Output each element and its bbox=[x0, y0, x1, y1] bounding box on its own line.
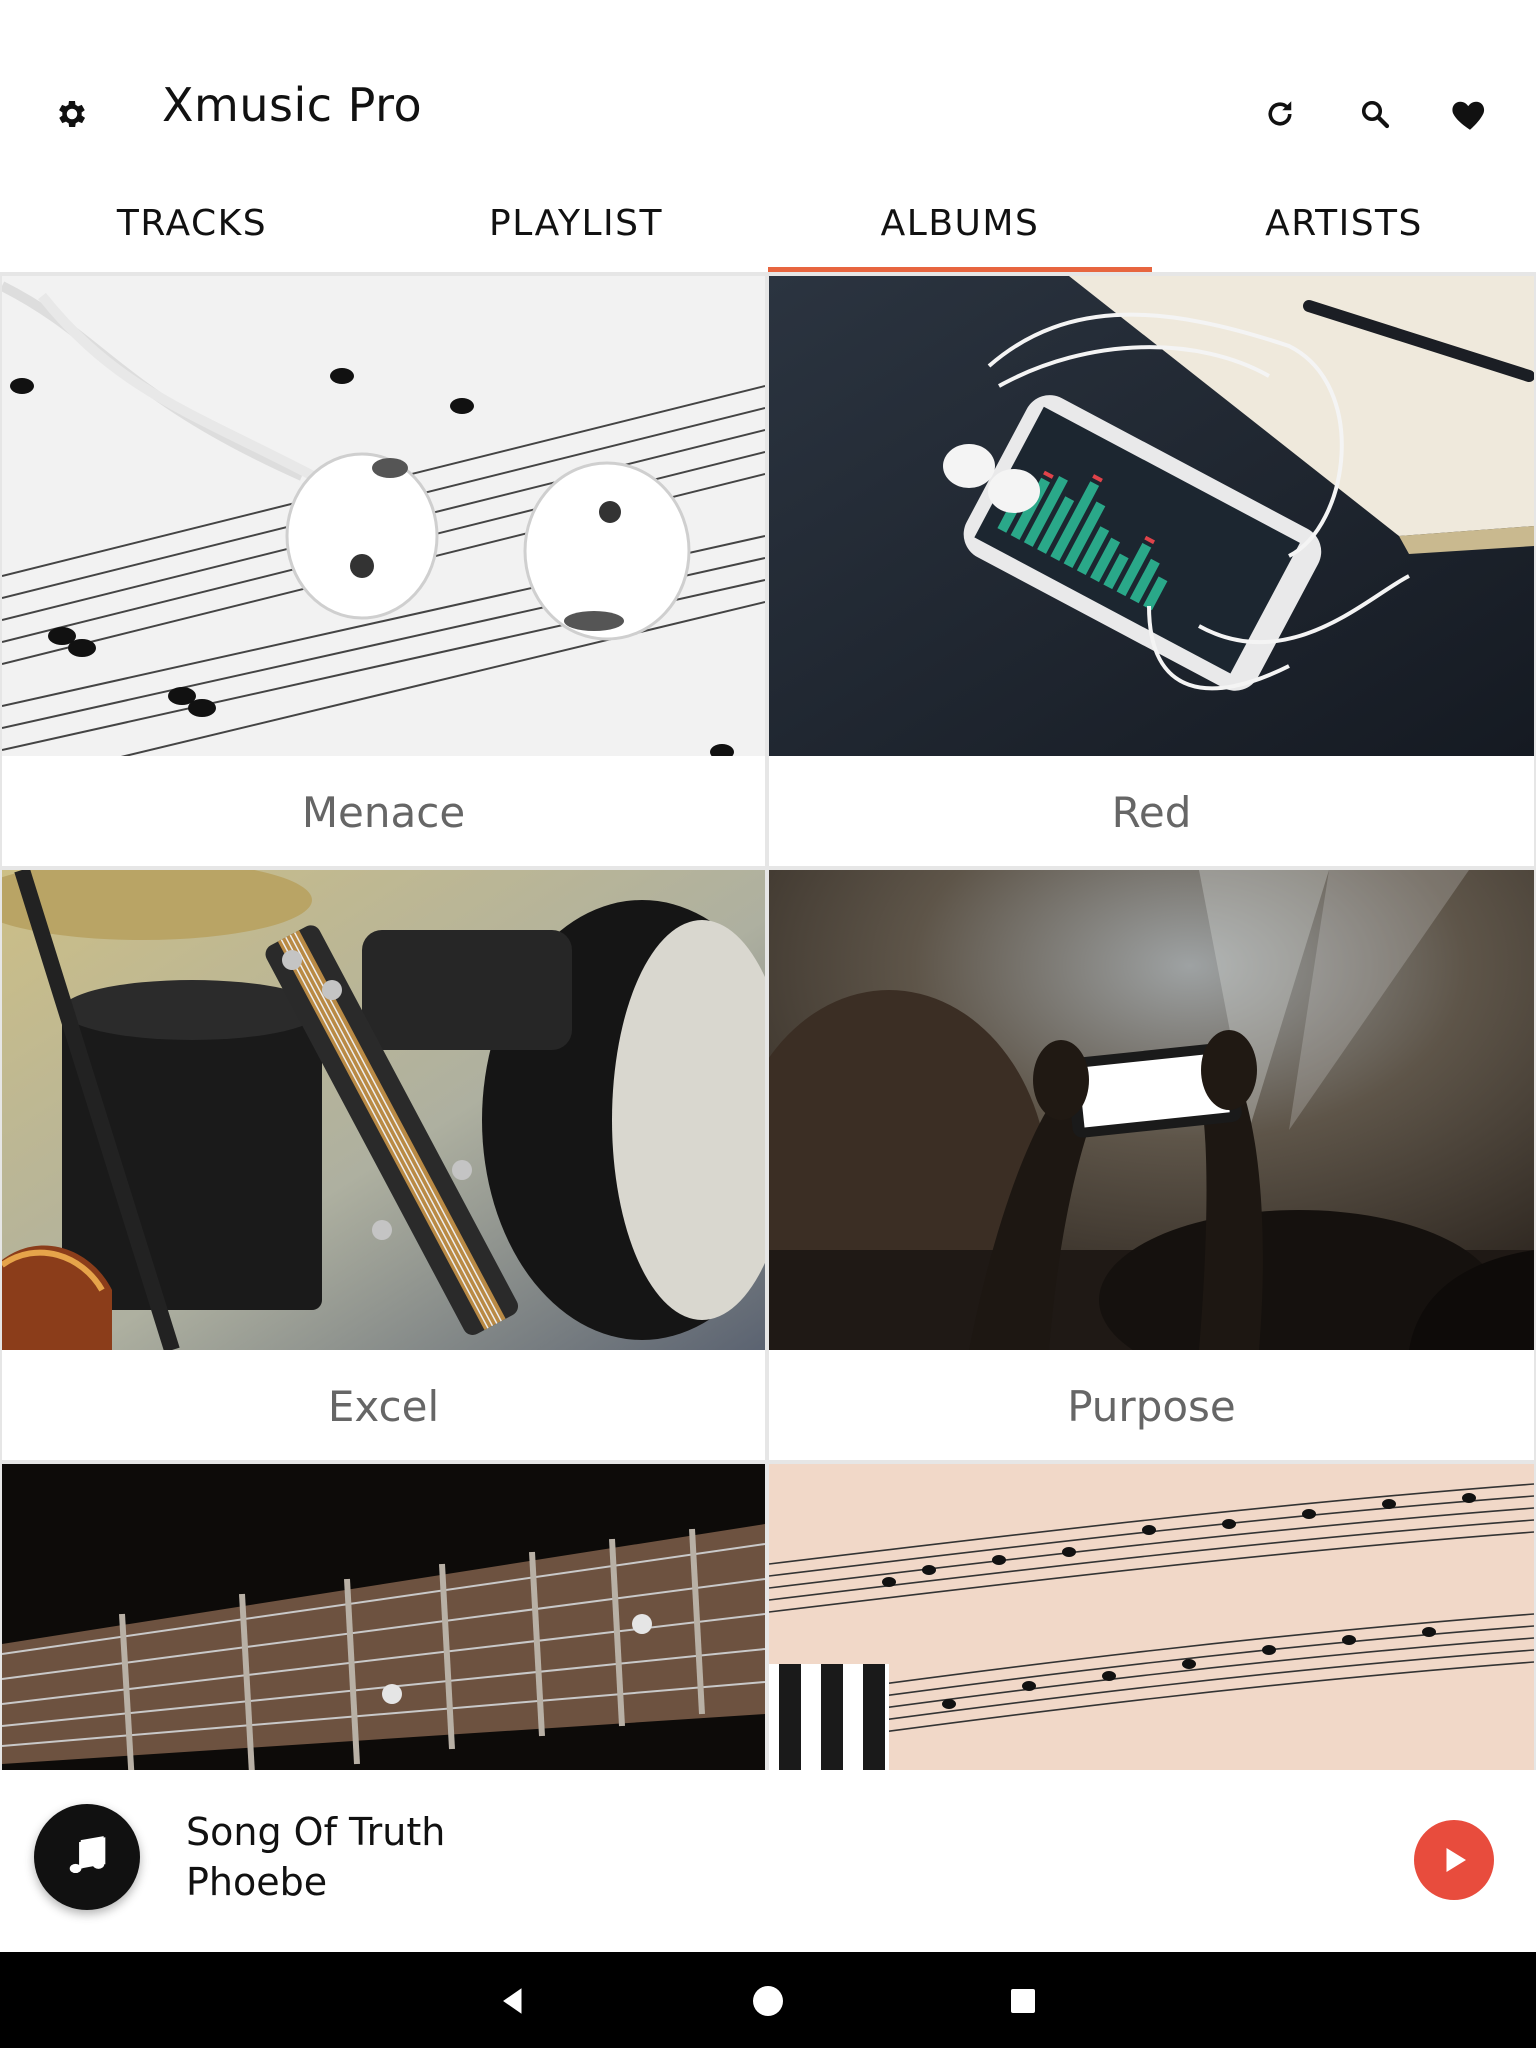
tab-artists[interactable]: ARTISTS bbox=[1152, 175, 1536, 272]
back-icon bbox=[503, 1988, 522, 2014]
search-button[interactable] bbox=[1345, 84, 1405, 144]
album-card-excel[interactable]: Excel bbox=[2, 870, 765, 1460]
home-icon bbox=[753, 1986, 783, 2016]
albums-grid: Menace Red Excel Purpose bbox=[0, 272, 1536, 1770]
search-icon bbox=[1361, 100, 1390, 129]
nav-home-button[interactable] bbox=[743, 1976, 793, 2026]
album-name: Menace bbox=[2, 756, 765, 866]
gear-icon bbox=[59, 100, 86, 128]
music-note-icon bbox=[69, 1836, 106, 1874]
recents-icon bbox=[1011, 1989, 1035, 2013]
settings-button[interactable] bbox=[46, 88, 98, 140]
album-card-menace[interactable]: Menace bbox=[2, 276, 765, 866]
album-card-6[interactable] bbox=[769, 1464, 1534, 1770]
refresh-icon bbox=[1268, 101, 1292, 126]
album-cover-image bbox=[769, 1464, 1534, 1770]
tab-albums[interactable]: ALBUMS bbox=[768, 175, 1152, 272]
now-playing-title: Song Of Truth bbox=[186, 1810, 446, 1854]
now-playing-art[interactable] bbox=[34, 1804, 140, 1910]
album-cover-image bbox=[2, 870, 765, 1350]
album-cover-image bbox=[2, 276, 765, 756]
app-title: Xmusic Pro bbox=[162, 78, 423, 132]
system-nav-bar bbox=[0, 1952, 1536, 2048]
album-name: Purpose bbox=[769, 1350, 1534, 1460]
refresh-button[interactable] bbox=[1250, 84, 1310, 144]
album-cover-image bbox=[769, 276, 1534, 756]
nav-recents-button[interactable] bbox=[998, 1976, 1048, 2026]
tab-bar: TRACKS PLAYLIST ALBUMS ARTISTS bbox=[0, 175, 1536, 272]
heart-icon bbox=[1452, 101, 1485, 130]
album-cover-image bbox=[2, 1464, 765, 1770]
album-card-red[interactable]: Red bbox=[769, 276, 1534, 866]
play-icon bbox=[1446, 1848, 1466, 1872]
now-playing-artist: Phoebe bbox=[186, 1860, 328, 1904]
favorites-button[interactable] bbox=[1440, 84, 1500, 144]
album-card-purpose[interactable]: Purpose bbox=[769, 870, 1534, 1460]
album-card-5[interactable] bbox=[2, 1464, 765, 1770]
tab-tracks[interactable]: TRACKS bbox=[0, 175, 384, 272]
tab-playlist[interactable]: PLAYLIST bbox=[384, 175, 768, 272]
nav-back-button[interactable] bbox=[488, 1976, 538, 2026]
album-name: Excel bbox=[2, 1350, 765, 1460]
album-name: Red bbox=[769, 756, 1534, 866]
now-playing-bar[interactable]: Song Of Truth Phoebe bbox=[0, 1770, 1536, 1952]
album-cover-image bbox=[769, 870, 1534, 1350]
app-bar: Xmusic Pro bbox=[0, 0, 1536, 175]
play-button[interactable] bbox=[1414, 1820, 1494, 1900]
